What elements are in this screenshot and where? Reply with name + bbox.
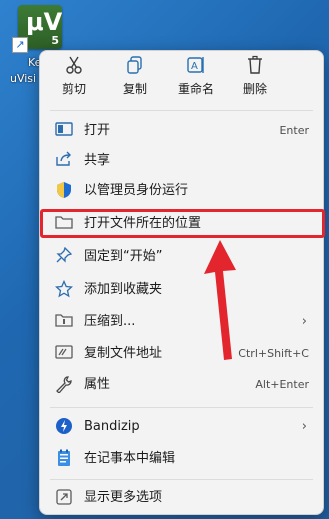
shield-icon [54,181,74,201]
compress-label: 压缩到... [84,314,136,329]
more-options-label: 显示更多选项 [84,490,163,505]
rename-icon: A [170,55,222,81]
open-app-icon [54,121,74,141]
copy-button[interactable]: 复制 [109,55,161,105]
pin-icon [54,246,74,267]
copy-path-label: 复制文件地址 [84,346,163,361]
menu-item-share[interactable]: 共享 [46,146,317,176]
tile-version: 5 [51,34,59,47]
wrench-icon [54,375,74,395]
open-location-label: 打开文件所在的位置 [84,216,202,231]
delete-label: 删除 [242,82,267,96]
tile-text: μV [26,8,63,36]
copy-label: 复制 [122,82,147,96]
delete-button[interactable]: 删除 [229,55,281,105]
context-menu: 剪切 复制 A 重命名 删除 打开 Enter 共享 以管理员身份运行 打开文件… [39,50,324,515]
menu-item-bandizip[interactable]: Bandizip › [46,412,317,442]
menu-item-edit-notepad[interactable]: 在记事本中编辑 [46,444,317,474]
rename-button[interactable]: A 重命名 [170,55,222,105]
properties-shortcut: Alt+Enter [255,378,309,391]
copy-path-shortcut: Ctrl+Shift+C [238,347,309,360]
copy-path-icon [54,344,74,364]
trash-icon [229,55,281,81]
folder-icon [54,214,74,234]
menu-item-more-options[interactable]: 显示更多选项 [46,483,317,513]
divider [50,110,313,111]
add-favorites-label: 添加到收藏夹 [84,282,163,297]
menu-item-open[interactable]: 打开 Enter [46,116,317,146]
svg-text:A: A [191,61,198,72]
bandizip-icon [54,417,74,437]
share-label: 共享 [84,153,111,168]
scissors-icon [48,55,100,81]
divider [50,407,313,408]
divider [50,479,313,480]
pin-start-label: 固定到“开始” [84,249,163,264]
menu-item-add-favorites[interactable]: 添加到收藏夹 [46,275,317,305]
cut-button[interactable]: 剪切 [48,55,100,105]
run-as-admin-label: 以管理员身份运行 [84,183,189,198]
menu-item-pin-start[interactable]: 固定到“开始” [46,242,317,272]
menu-item-run-as-admin[interactable]: 以管理员身份运行 [46,176,317,206]
more-options-icon [54,488,74,508]
share-icon [54,151,74,171]
notepad-icon [54,449,74,469]
menu-item-compress[interactable]: 压缩到... › [46,307,317,337]
cut-label: 剪切 [61,82,86,96]
shortcut-arrow-icon: ↗ [12,37,28,53]
star-icon [54,279,74,300]
menu-item-properties[interactable]: 属性 Alt+Enter [46,370,317,400]
rename-label: 重命名 [177,82,214,96]
menu-item-open-location[interactable]: 打开文件所在的位置 [46,209,317,239]
zip-icon [54,312,74,332]
edit-notepad-label: 在记事本中编辑 [84,451,176,466]
open-shortcut: Enter [279,124,309,137]
copy-icon [109,55,161,81]
bandizip-label: Bandizip [84,419,140,434]
open-label: 打开 [84,123,111,138]
menu-item-copy-path[interactable]: 复制文件地址 Ctrl+Shift+C [46,339,317,369]
properties-label: 属性 [84,377,111,392]
chevron-right-icon: › [301,314,307,329]
chevron-right-icon: › [301,419,307,434]
